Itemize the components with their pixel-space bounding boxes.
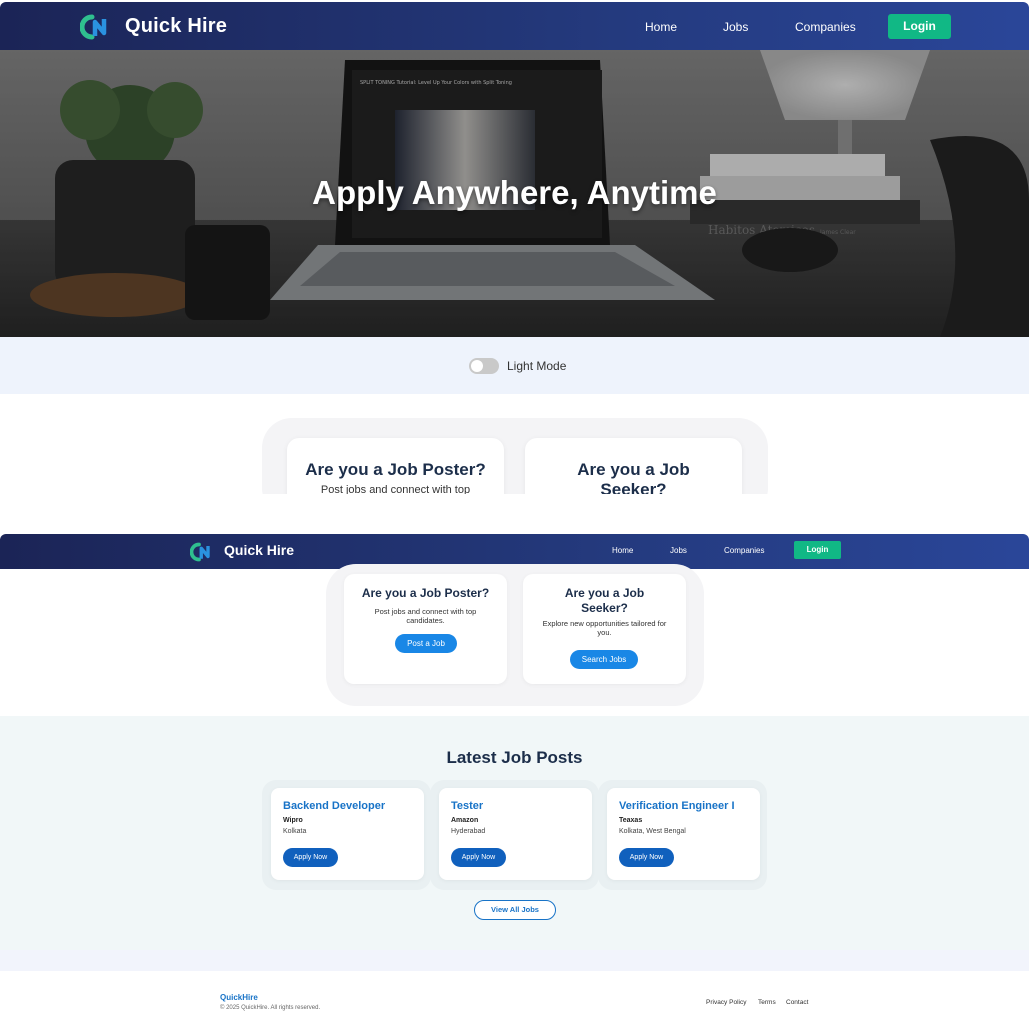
job-poster-card: Are you a Job Poster? Post jobs and conn… bbox=[344, 574, 507, 684]
brand-name[interactable]: Quick Hire bbox=[224, 542, 294, 558]
job-poster-description: Post jobs and connect with top bbox=[320, 484, 471, 494]
job-title[interactable]: Tester bbox=[451, 800, 483, 812]
page: Quick Hire Home Jobs Companies Login Hab… bbox=[0, 0, 1029, 1023]
job-poster-title: Are you a Job Poster? bbox=[305, 460, 486, 479]
bottom-capture: Quick Hire Home Jobs Companies Login Are… bbox=[0, 534, 1029, 1023]
job-card-tester: Tester Amazon Hyderabad Apply Now bbox=[439, 788, 592, 880]
quick-hire-logo-icon[interactable] bbox=[190, 542, 214, 562]
view-all-jobs-button[interactable]: View All Jobs bbox=[474, 900, 556, 920]
job-title[interactable]: Verification Engineer I bbox=[619, 800, 735, 812]
job-company: Amazon bbox=[451, 817, 479, 824]
job-seeker-card: Are you a Job Seeker? bbox=[525, 438, 742, 494]
nav-home-link[interactable]: Home bbox=[612, 546, 633, 555]
nav-home-link[interactable]: Home bbox=[645, 20, 677, 34]
apply-now-button[interactable]: Apply Now bbox=[283, 848, 338, 867]
job-card-backend-developer: Backend Developer Wipro Kolkata Apply No… bbox=[271, 788, 424, 880]
light-mode-label: Light Mode bbox=[507, 359, 567, 373]
footer-privacy-link[interactable]: Privacy Policy bbox=[706, 999, 746, 1006]
apply-now-button[interactable]: Apply Now bbox=[451, 848, 506, 867]
latest-jobs-section: Latest Job Posts Backend Developer Wipro… bbox=[0, 716, 1029, 950]
job-title[interactable]: Backend Developer bbox=[283, 800, 385, 812]
login-button[interactable]: Login bbox=[888, 14, 951, 39]
job-seeker-card: Are you a Job Seeker? Explore new opport… bbox=[523, 574, 686, 684]
hero-banner: Habitos Atomicos James Clear SPLIT TONIN… bbox=[0, 50, 1029, 337]
nav-jobs-link[interactable]: Jobs bbox=[670, 546, 687, 555]
nav-companies-link[interactable]: Companies bbox=[795, 20, 856, 34]
post-a-job-button[interactable]: Post a Job bbox=[395, 634, 457, 653]
footer-brand: QuickHire bbox=[220, 993, 258, 1002]
search-jobs-button[interactable]: Search Jobs bbox=[570, 650, 638, 669]
apply-now-button[interactable]: Apply Now bbox=[619, 848, 674, 867]
toggle-knob bbox=[471, 360, 483, 372]
job-card-verification-engineer: Verification Engineer I Teaxas Kolkata, … bbox=[607, 788, 760, 880]
job-poster-title: Are you a Job Poster? bbox=[361, 586, 490, 600]
job-location: Kolkata bbox=[283, 828, 307, 835]
light-mode-toggle[interactable] bbox=[469, 358, 499, 374]
job-seeker-description: Explore new opportunities tailored for y… bbox=[542, 619, 667, 637]
theme-toggle-bar: Light Mode bbox=[0, 337, 1029, 394]
job-company: Teaxas bbox=[619, 817, 643, 824]
login-button[interactable]: Login bbox=[794, 541, 841, 559]
brand-name[interactable]: Quick Hire bbox=[125, 15, 227, 38]
quick-hire-logo-icon[interactable] bbox=[80, 14, 112, 40]
top-capture: Quick Hire Home Jobs Companies Login Hab… bbox=[0, 0, 1029, 494]
footer-terms-link[interactable]: Terms bbox=[758, 999, 776, 1006]
section-divider bbox=[0, 950, 1029, 971]
footer: QuickHire © 2025 QuickHire. All rights r… bbox=[0, 971, 1029, 1023]
job-seeker-title-line1: Are you a Job bbox=[564, 586, 645, 600]
nav-jobs-link[interactable]: Jobs bbox=[723, 20, 748, 34]
job-seeker-title-line1: Are you a Job bbox=[577, 460, 690, 479]
hero-title: Apply Anywhere, Anytime bbox=[312, 174, 717, 211]
job-location: Hyderabad bbox=[451, 828, 486, 835]
latest-jobs-title: Latest Job Posts bbox=[446, 748, 583, 767]
job-poster-description: Post jobs and connect with top candidate… bbox=[374, 607, 477, 625]
navbar: Quick Hire Home Jobs Companies Login bbox=[0, 2, 1029, 50]
job-location: Kolkata, West Bengal bbox=[619, 828, 686, 835]
job-seeker-title-line2: Seeker? bbox=[581, 601, 628, 615]
job-seeker-title-line2: Seeker? bbox=[600, 480, 667, 494]
job-company: Wipro bbox=[283, 817, 303, 824]
footer-copyright: © 2025 QuickHire. All rights reserved. bbox=[220, 1005, 321, 1011]
footer-contact-link[interactable]: Contact bbox=[786, 999, 808, 1006]
job-poster-card: Are you a Job Poster? Post jobs and conn… bbox=[287, 438, 504, 494]
nav-companies-link[interactable]: Companies bbox=[724, 546, 764, 555]
